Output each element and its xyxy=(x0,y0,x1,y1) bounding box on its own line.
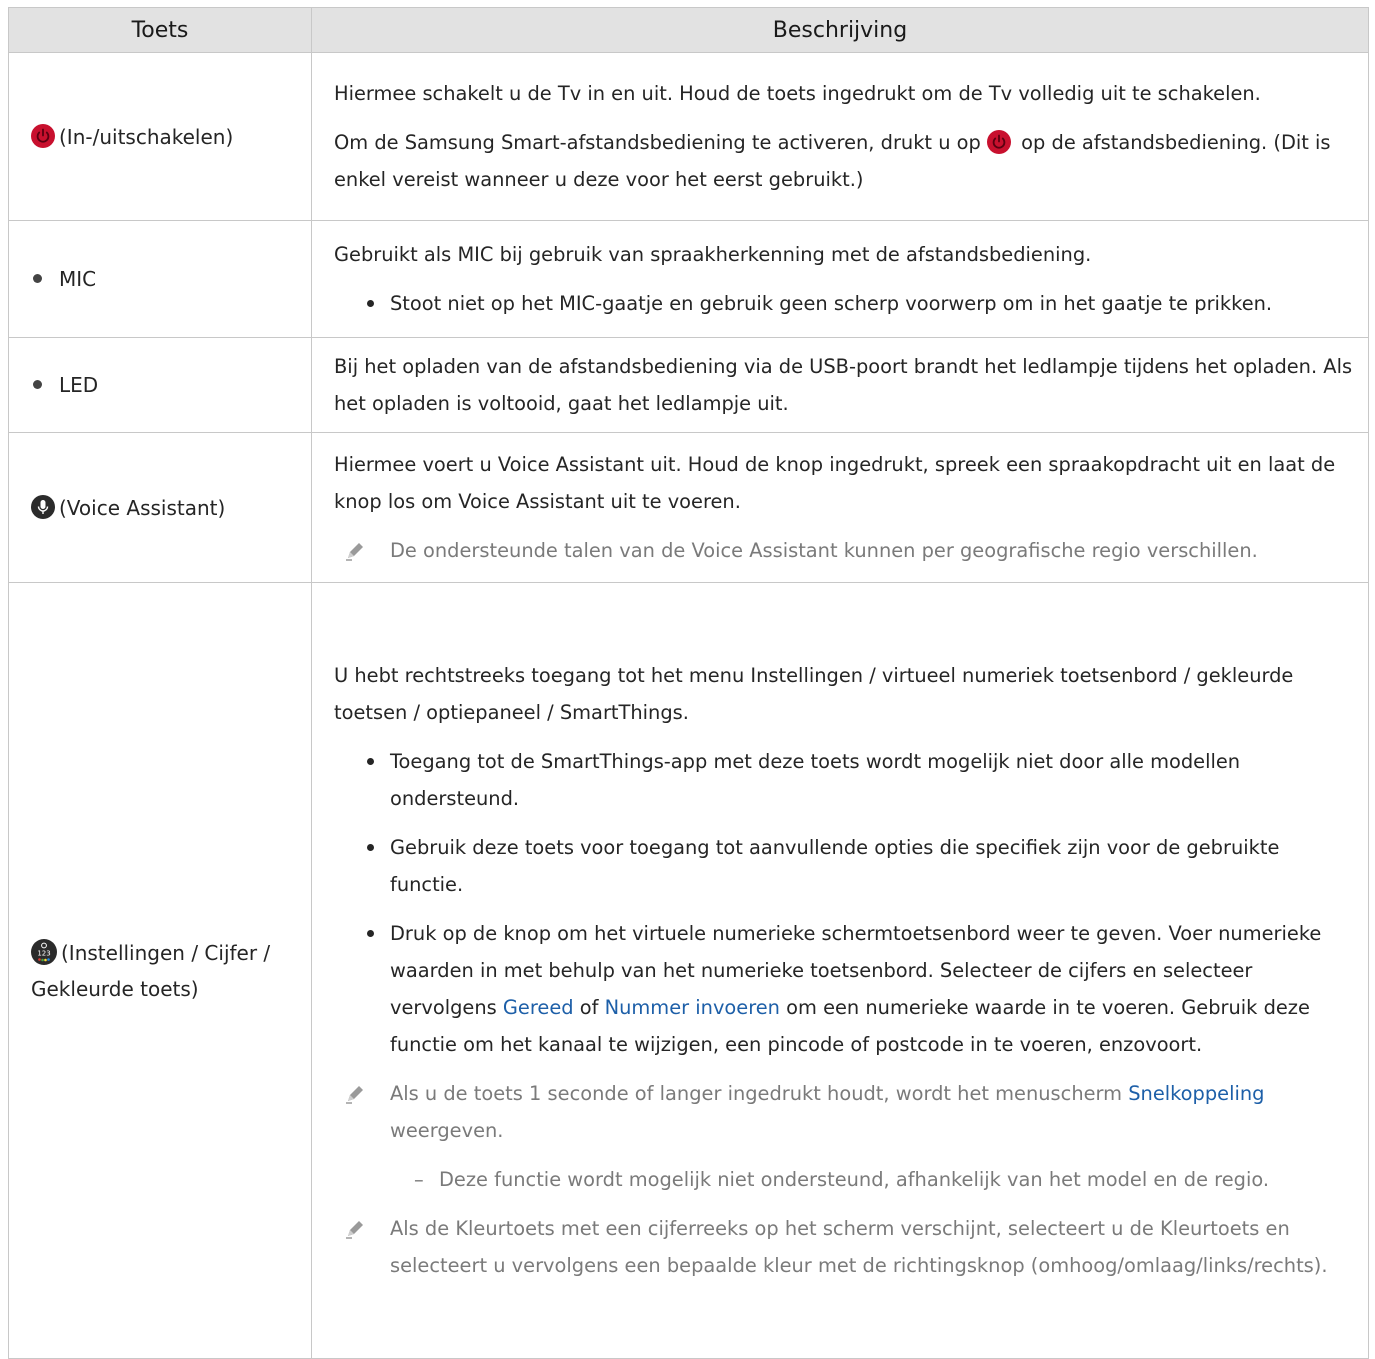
table-row: (In-/uitschakelen) Hiermee schakelt u de… xyxy=(8,52,1369,221)
key-cell-mic: MIC xyxy=(8,220,312,338)
table-header-row: Toets Beschrijving xyxy=(8,7,1369,53)
key-label: LED xyxy=(59,373,99,397)
table-row: 123 (Instellingen / Cijfer / Gekleurde t… xyxy=(8,582,1369,1359)
sub-note-item: – Deze functie wordt mogelijk niet onder… xyxy=(334,1161,1356,1198)
header-key: Toets xyxy=(8,7,312,53)
sub-note-text: Deze functie wordt mogelijk niet onderst… xyxy=(439,1168,1270,1191)
description-cell: Hiermee schakelt u de Tv in en uit. Houd… xyxy=(311,52,1369,221)
table-row: LED Bij het opladen van de afstandsbedie… xyxy=(8,337,1369,433)
key-cell-voice-assistant: (Voice Assistant) xyxy=(8,432,312,583)
key-label: MIC xyxy=(59,267,97,291)
note-text: De ondersteunde talen van de Voice Assis… xyxy=(390,539,1258,562)
power-icon xyxy=(987,130,1011,154)
nummer-invoeren-link[interactable]: Nummer invoeren xyxy=(605,996,780,1019)
note-item: Als de Kleurtoets met een cijferreeks op… xyxy=(334,1210,1356,1284)
pencil-icon xyxy=(344,1218,366,1240)
description-text: Bij het opladen van de afstandsbediening… xyxy=(334,355,1353,415)
gereed-link[interactable]: Gereed xyxy=(503,996,574,1019)
microphone-icon xyxy=(31,495,55,519)
description-text: Om de Samsung Smart-afstandsbediening te… xyxy=(334,130,1331,191)
svg-text:123: 123 xyxy=(37,950,50,958)
description-text: Hiermee voert u Voice Assistant uit. Hou… xyxy=(334,453,1336,513)
key-label: (Instellingen / Cijfer / Gekleurde toets… xyxy=(31,940,271,1001)
table-row: (Voice Assistant) Hiermee voert u Voice … xyxy=(8,432,1369,583)
description-cell: U hebt rechtstreeks toegang tot het menu… xyxy=(311,582,1369,1359)
description-cell: Hiermee voert u Voice Assistant uit. Hou… xyxy=(311,432,1369,583)
description-cell: Gebruikt als MIC bij gebruik van spraakh… xyxy=(311,220,1369,338)
led-dot-icon xyxy=(33,380,42,389)
note-item: De ondersteunde talen van de Voice Assis… xyxy=(334,532,1356,569)
key-cell-settings: 123 (Instellingen / Cijfer / Gekleurde t… xyxy=(8,582,312,1359)
mic-dot-icon xyxy=(33,274,42,283)
power-icon xyxy=(31,124,55,148)
settings-number-color-icon: 123 xyxy=(31,939,57,965)
note-item: Als u de toets 1 seconde of langer inged… xyxy=(334,1075,1356,1149)
description-text: U hebt rechtstreeks toegang tot het menu… xyxy=(334,664,1294,724)
bullet-item: Toegang tot de SmartThings-app met deze … xyxy=(334,743,1356,817)
pencil-icon xyxy=(344,540,366,562)
key-label: (In-/uitschakelen) xyxy=(59,124,234,149)
note-text: Als de Kleurtoets met een cijferreeks op… xyxy=(390,1217,1328,1277)
description-text: Gebruikt als MIC bij gebruik van spraakh… xyxy=(334,243,1092,266)
bullet-item: Druk op de knop om het virtuele numeriek… xyxy=(334,915,1356,1063)
pencil-icon xyxy=(344,1083,366,1105)
bullet-item: Stoot niet op het MIC-gaatje en gebruik … xyxy=(334,285,1356,322)
dash-marker: – xyxy=(414,1168,424,1191)
bullet-item: Gebruik deze toets voor toegang tot aanv… xyxy=(334,829,1356,903)
key-cell-led: LED xyxy=(8,337,312,433)
table-row: MIC Gebruikt als MIC bij gebruik van spr… xyxy=(8,220,1369,338)
key-label: (Voice Assistant) xyxy=(59,495,226,520)
header-description: Beschrijving xyxy=(311,7,1369,53)
key-cell-power: (In-/uitschakelen) xyxy=(8,52,312,221)
snelkoppeling-link[interactable]: Snelkoppeling xyxy=(1128,1082,1264,1105)
remote-keys-table: Toets Beschrijving (In-/uitschakelen) Hi… xyxy=(8,7,1369,1359)
description-text: Hiermee schakelt u de Tv in en uit. Houd… xyxy=(334,82,1261,105)
description-cell: Bij het opladen van de afstandsbediening… xyxy=(311,337,1369,433)
